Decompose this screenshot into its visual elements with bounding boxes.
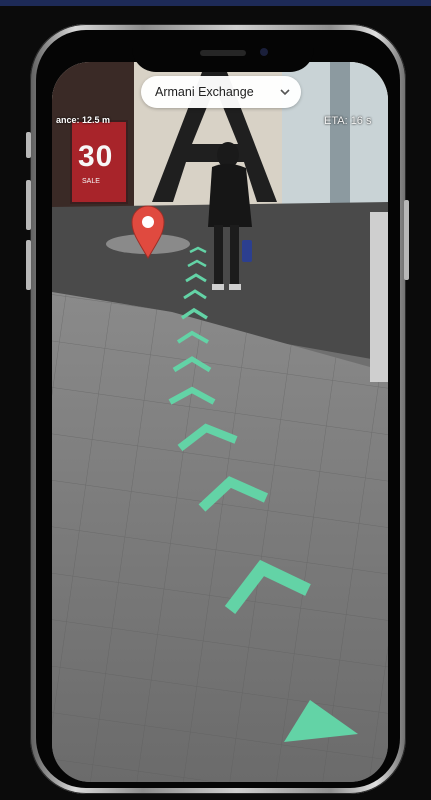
chevron-down-icon xyxy=(280,89,290,96)
pillar xyxy=(330,62,350,212)
browser-top-strip xyxy=(0,0,431,6)
volume-down-button xyxy=(26,240,31,290)
front-camera xyxy=(260,48,268,56)
right-column xyxy=(370,212,388,382)
eta-readout: ETA: 16 s xyxy=(324,115,372,127)
ar-camera-screen: 30 SALE ance: 12.5 m ETA: 16 s Armani Ex… xyxy=(52,62,388,782)
sale-sign-label: SALE xyxy=(82,178,100,185)
power-button xyxy=(404,200,409,280)
mute-switch xyxy=(26,132,31,158)
volume-up-button xyxy=(26,180,31,230)
sale-sign: 30 SALE xyxy=(72,122,126,202)
distance-readout: ance: 12.5 m xyxy=(56,115,111,125)
earpiece-speaker xyxy=(200,50,246,56)
destination-selector-value: Armani Exchange xyxy=(155,85,254,99)
destination-selector[interactable]: Armani Exchange xyxy=(141,76,301,108)
sale-sign-number: 30 xyxy=(78,140,114,173)
